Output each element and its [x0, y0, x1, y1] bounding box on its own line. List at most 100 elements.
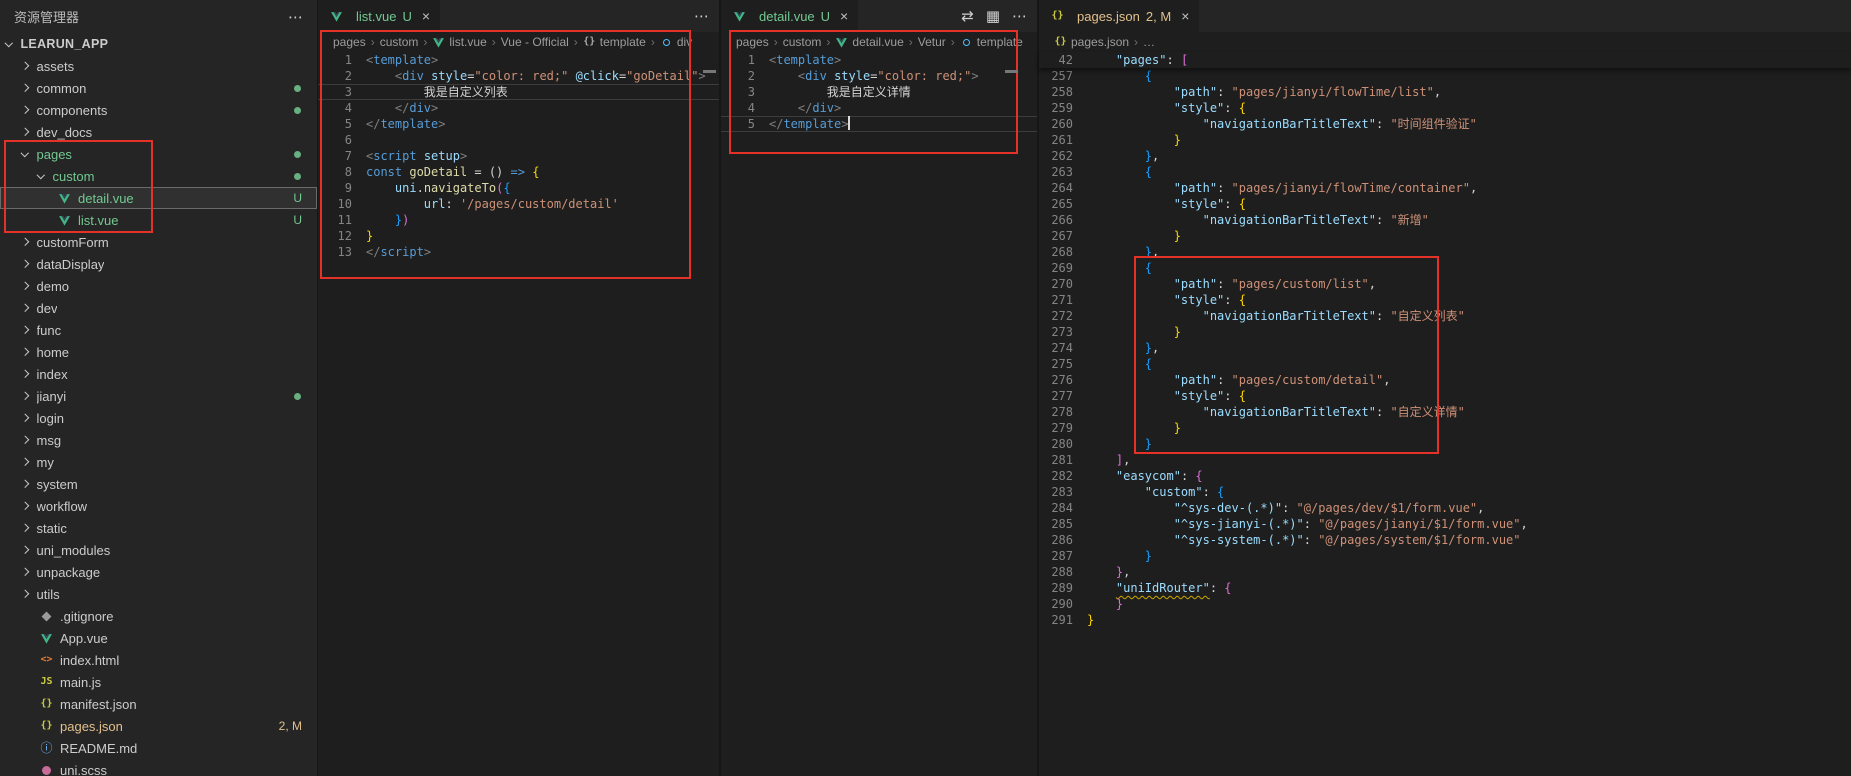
line-number[interactable]: 279 [1039, 420, 1073, 436]
tree-folder-pages[interactable]: pages [0, 143, 317, 165]
line-number[interactable]: 266 [1039, 212, 1073, 228]
line-number[interactable]: 281 [1039, 452, 1073, 468]
tree-file-manifest-json[interactable]: {}manifest.json [0, 693, 317, 715]
line-number[interactable]: 8 [318, 164, 352, 180]
line-number[interactable]: 269 [1039, 260, 1073, 276]
breadcrumb-item-pages-json[interactable]: {}pages.json [1054, 35, 1129, 49]
line-number[interactable]: 9 [318, 180, 352, 196]
line-number[interactable]: 261 [1039, 132, 1073, 148]
chevron-right-icon[interactable] [21, 568, 29, 576]
chevron-right-icon[interactable] [21, 282, 29, 290]
chevron-right-icon[interactable] [21, 502, 29, 510]
line-number[interactable]: 7 [318, 148, 352, 164]
code-line-267[interactable]: 267 } [1039, 228, 1851, 244]
line-number[interactable]: 284 [1039, 500, 1073, 516]
breadcrumb-item-custom[interactable]: custom [380, 35, 419, 49]
code-line-3[interactable]: 3 我是自定义列表 [318, 84, 719, 100]
chevron-right-icon[interactable] [21, 304, 29, 312]
line-number[interactable]: 290 [1039, 596, 1073, 612]
line-number[interactable]: 287 [1039, 548, 1073, 564]
line-number[interactable]: 272 [1039, 308, 1073, 324]
line-number[interactable]: 42 [1039, 52, 1073, 68]
code-line-280[interactable]: 280 } [1039, 436, 1851, 452]
code-line-279[interactable]: 279 } [1039, 420, 1851, 436]
tree-folder-custom[interactable]: custom [0, 165, 317, 187]
tree-folder-unpackage[interactable]: unpackage [0, 561, 317, 583]
tree-folder-jianyi[interactable]: jianyi [0, 385, 317, 407]
line-number[interactable]: 260 [1039, 116, 1073, 132]
tree-folder-home[interactable]: home [0, 341, 317, 363]
breadcrumb-item-list-vue[interactable]: list.vue [432, 35, 486, 49]
code-editor[interactable]: 42 "pages": [257 {258 "path": "pages/jia… [1039, 52, 1851, 628]
code-line-284[interactable]: 284 "^sys-dev-(.*)": "@/pages/dev/$1/for… [1039, 500, 1851, 516]
code-line-9[interactable]: 9 uni.navigateTo({ [318, 180, 719, 196]
tree-folder-msg[interactable]: msg [0, 429, 317, 451]
tree-folder-datadisplay[interactable]: dataDisplay [0, 253, 317, 275]
chevron-right-icon[interactable] [21, 348, 29, 356]
tree-folder-dev[interactable]: dev [0, 297, 317, 319]
code-line-278[interactable]: 278 "navigationBarTitleText": "自定义详情" [1039, 404, 1851, 420]
more-icon[interactable]: ⋯ [694, 7, 709, 25]
line-number[interactable]: 4 [318, 100, 352, 116]
line-number[interactable]: 267 [1039, 228, 1073, 244]
line-number[interactable]: 13 [318, 244, 352, 260]
code-line-13[interactable]: 13</script> [318, 244, 719, 260]
tree-folder-index[interactable]: index [0, 363, 317, 385]
tree-folder-system[interactable]: system [0, 473, 317, 495]
breadcrumb-item-template[interactable]: template [960, 35, 1023, 49]
code-line-269[interactable]: 269 { [1039, 260, 1851, 276]
tree-folder-uni-modules[interactable]: uni_modules [0, 539, 317, 561]
code-line-289[interactable]: 289 "uniIdRouter": { [1039, 580, 1851, 596]
breadcrumb-item-template[interactable]: {}template [583, 35, 646, 49]
chevron-right-icon[interactable] [21, 546, 29, 554]
code-line-4[interactable]: 4 </div> [318, 100, 719, 116]
code-line-8[interactable]: 8const goDetail = () => { [318, 164, 719, 180]
line-number[interactable]: 274 [1039, 340, 1073, 356]
line-number[interactable]: 265 [1039, 196, 1073, 212]
code-line-2[interactable]: 2 <div style="color: red;"> [721, 68, 1037, 84]
tree-folder-workflow[interactable]: workflow [0, 495, 317, 517]
chevron-right-icon[interactable] [21, 106, 29, 114]
tree-folder-learun-app[interactable]: LEARUN_APP [0, 33, 317, 55]
chevron-right-icon[interactable] [21, 458, 29, 466]
open-changes-icon[interactable]: ⇄ [961, 7, 974, 25]
close-tab-icon[interactable]: × [840, 8, 848, 24]
line-number[interactable]: 2 [318, 68, 352, 84]
code-line-283[interactable]: 283 "custom": { [1039, 484, 1851, 500]
tree-file-gitignore[interactable]: .gitignore [0, 605, 317, 627]
tree-folder-static[interactable]: static [0, 517, 317, 539]
tree-file-uni-scss[interactable]: uni.scss [0, 759, 317, 776]
tree-folder-utils[interactable]: utils [0, 583, 317, 605]
chevron-right-icon[interactable] [21, 84, 29, 92]
line-number[interactable]: 10 [318, 196, 352, 212]
line-number[interactable]: 3 [318, 84, 352, 100]
line-number[interactable]: 280 [1039, 436, 1073, 452]
line-number[interactable]: 291 [1039, 612, 1073, 628]
tree-file-detail-vue[interactable]: detail.vueU [0, 187, 317, 209]
breadcrumb-item-vetur[interactable]: Vetur [918, 35, 946, 49]
tree-folder-func[interactable]: func [0, 319, 317, 341]
code-line-265[interactable]: 265 "style": { [1039, 196, 1851, 212]
code-line-286[interactable]: 286 "^sys-system-(.*)": "@/pages/system/… [1039, 532, 1851, 548]
code-line-266[interactable]: 266 "navigationBarTitleText": "新增" [1039, 212, 1851, 228]
tree-file-list-vue[interactable]: list.vueU [0, 209, 317, 231]
chevron-down-icon[interactable] [5, 39, 13, 47]
line-number[interactable]: 275 [1039, 356, 1073, 372]
chevron-right-icon[interactable] [21, 414, 29, 422]
tree-folder-components[interactable]: components [0, 99, 317, 121]
line-number[interactable]: 257 [1039, 68, 1073, 84]
code-line-6[interactable]: 6 [318, 132, 719, 148]
tree-file-pages-json[interactable]: {}pages.json2, M [0, 715, 317, 737]
code-line-1[interactable]: 1<template> [318, 52, 719, 68]
line-number[interactable]: 273 [1039, 324, 1073, 340]
code-line-1[interactable]: 1<template> [721, 52, 1037, 68]
code-line-271[interactable]: 271 "style": { [1039, 292, 1851, 308]
line-number[interactable]: 1 [318, 52, 352, 68]
chevron-right-icon[interactable] [21, 436, 29, 444]
tree-folder-dev-docs[interactable]: dev_docs [0, 121, 317, 143]
line-number[interactable]: 5 [318, 116, 352, 132]
tree-file-app-vue[interactable]: App.vue [0, 627, 317, 649]
breadcrumb-item-div[interactable]: div [660, 35, 692, 49]
chevron-right-icon[interactable] [21, 524, 29, 532]
chevron-right-icon[interactable] [21, 370, 29, 378]
